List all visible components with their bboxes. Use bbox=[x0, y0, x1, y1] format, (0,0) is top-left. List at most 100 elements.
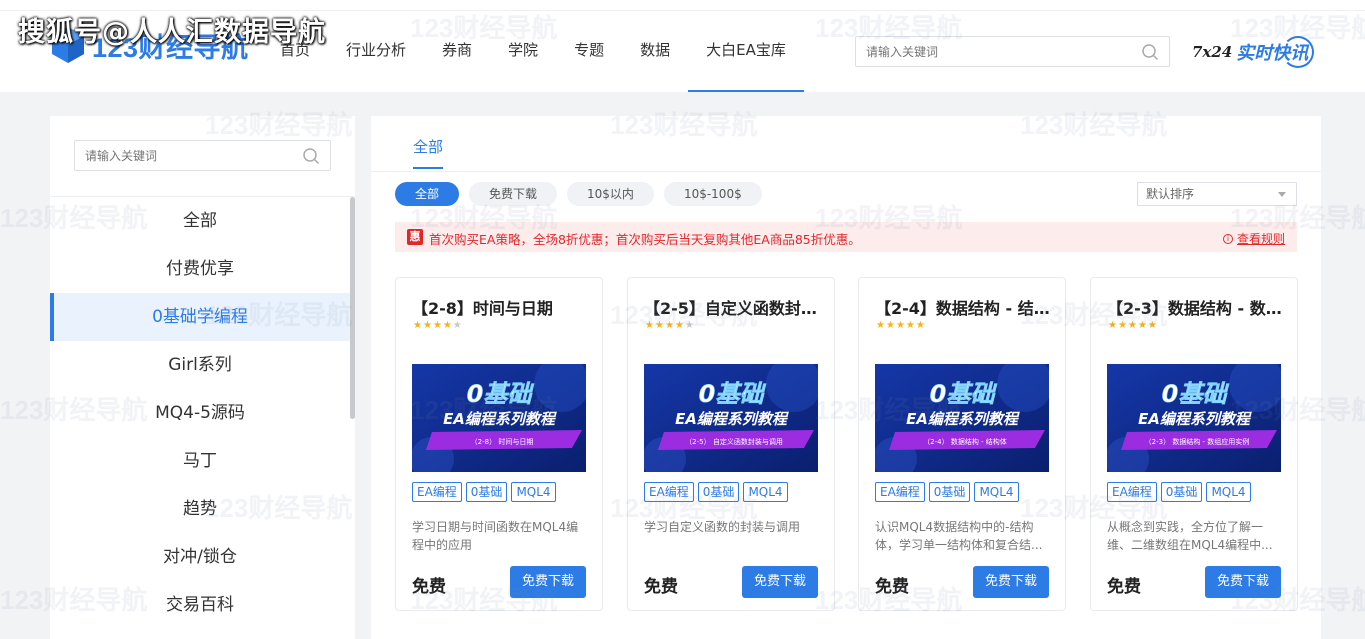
sidebar-category-list: 全部 付费优享 0基础学编程 Girl系列 MQ4-5源码 马丁 趋势 对冲/锁仓 交易百科 bbox=[50, 197, 350, 629]
filter-chip-1[interactable]: 免费下载 bbox=[469, 182, 558, 206]
sidebar-item-8[interactable]: 交易百科 bbox=[50, 581, 350, 629]
header-search-input[interactable] bbox=[856, 37, 1126, 66]
realtime-news-link[interactable]: 7x24 实时快讯 bbox=[1192, 34, 1315, 70]
product-tags: EA编程 0基础 MQL4 bbox=[644, 482, 788, 502]
thumb-big-text: 0基础 bbox=[699, 380, 767, 408]
thumb-series-text: EA编程系列教程 bbox=[1138, 410, 1252, 428]
product-tag[interactable]: 0基础 bbox=[465, 482, 508, 502]
thumb-series-text: EA编程系列教程 bbox=[443, 410, 557, 428]
product-card[interactable]: 【2-5】自定义函数封装与调用★★★★★ 0基础 EA编程系列教程 （2-5） 自定义… bbox=[627, 277, 835, 611]
rating-stars: ★ ★ ★ ★ ★ bbox=[876, 320, 925, 331]
product-tag[interactable]: EA编程 bbox=[644, 482, 694, 502]
promo-banner: 惠 首次购买EA策略，全场8折优惠；首次购买后当天复购其他EA商品85折优惠。 … bbox=[395, 222, 1297, 252]
search-icon[interactable] bbox=[302, 147, 320, 165]
star-icon: ★ bbox=[876, 320, 885, 331]
product-description: 从概念到实践，全方位了解一维、二维数组在MQL4编程中... bbox=[1107, 520, 1273, 552]
product-tag[interactable]: EA编程 bbox=[1107, 482, 1157, 502]
star-icon: ★ bbox=[654, 320, 664, 331]
product-tag[interactable]: MQL4 bbox=[743, 482, 788, 502]
sidebar-item-6[interactable]: 趋势 bbox=[50, 485, 350, 533]
thumb-big-text: 0基础 bbox=[1162, 380, 1230, 408]
nav-item-5[interactable]: 数据 bbox=[622, 0, 688, 92]
sort-dropdown[interactable]: 默认排序 bbox=[1137, 182, 1297, 206]
main-nav: 首页 行业分析 券商 学院 专题 数据 大白EA宝库 bbox=[262, 0, 804, 92]
sidebar-item-1[interactable]: 付费优享 bbox=[50, 245, 350, 293]
thumb-lesson-text: （2-4） 数据结构 - 结构体 bbox=[923, 437, 1007, 446]
product-title[interactable]: 【2-3】数据结构 - 数组应用实例 bbox=[1107, 295, 1287, 319]
caret-down-icon bbox=[1278, 192, 1286, 197]
sidebar-item-3[interactable]: Girl系列 bbox=[50, 341, 350, 389]
product-title[interactable]: 【2-8】时间与日期 bbox=[412, 295, 592, 319]
rating-stars: ★ ★ ★ ★ ★ bbox=[1108, 320, 1157, 331]
sidebar-item-7[interactable]: 对冲/锁仓 bbox=[50, 533, 350, 581]
sidebar-search-input[interactable] bbox=[75, 141, 295, 170]
product-tag[interactable]: MQL4 bbox=[1206, 482, 1251, 502]
promo-text: 首次购买EA策略，全场8折优惠；首次购买后当天复购其他EA商品85折优惠。 bbox=[429, 232, 861, 247]
discount-badge-icon: 惠 bbox=[407, 229, 423, 245]
product-thumbnail[interactable]: 0基础 EA编程系列教程 （2-4） 数据结构 - 结构体 bbox=[875, 364, 1049, 472]
sidebar-item-4[interactable]: MQ4-5源码 bbox=[50, 389, 350, 437]
nav-item-3[interactable]: 学院 bbox=[490, 0, 556, 92]
product-card[interactable]: 【2-8】时间与日期 ★ ★ ★ ★ ★ 0基础 EA编程系列教程 （2-8） 时间与日期 EA编… bbox=[395, 277, 603, 611]
product-price: 免费 bbox=[875, 577, 909, 597]
free-download-button[interactable]: 免费下载 bbox=[973, 566, 1049, 598]
search-icon[interactable] bbox=[1141, 43, 1159, 61]
product-thumbnail[interactable]: 0基础 EA编程系列教程 （2-8） 时间与日期 bbox=[412, 364, 586, 472]
nav-item-4[interactable]: 专题 bbox=[556, 0, 622, 92]
thumb-lesson-text: （2-5） 自定义函数封装与调用 bbox=[685, 437, 783, 446]
sort-label: 默认排序 bbox=[1146, 187, 1195, 201]
product-tags: EA编程 0基础 MQL4 bbox=[875, 482, 1019, 502]
product-tag[interactable]: 0基础 bbox=[928, 482, 971, 502]
product-tag[interactable]: MQL4 bbox=[511, 482, 556, 502]
star-icon: ★ bbox=[1127, 320, 1137, 331]
product-tags: EA编程 0基础 MQL4 bbox=[412, 482, 556, 502]
star-icon: ★ bbox=[895, 320, 905, 331]
product-tag[interactable]: 0基础 bbox=[1160, 482, 1203, 502]
thumb-series-text: EA编程系列教程 bbox=[675, 410, 789, 428]
product-title[interactable]: 【2-4】数据结构 - 结构体 bbox=[875, 295, 1055, 319]
sidebar-item-0[interactable]: 全部 bbox=[50, 197, 350, 245]
star-icon: ★ bbox=[645, 320, 654, 331]
nav-item-6[interactable]: 大白EA宝库 bbox=[688, 0, 804, 92]
star-icon: ★ bbox=[915, 320, 925, 331]
filter-chip-2[interactable]: 10$以内 bbox=[567, 182, 654, 206]
product-title[interactable]: 【2-5】自定义函数封装与调用 bbox=[644, 295, 824, 319]
top-header: 123财经导航 搜狐号@人人汇数据导航 首页 行业分析 券商 学院 专题 数据 大白EA宝库… bbox=[0, 0, 1365, 92]
product-tag[interactable]: MQL4 bbox=[974, 482, 1019, 502]
rating-stars: ★ ★ ★ ★ ★ bbox=[645, 320, 694, 331]
product-card[interactable]: 【2-3】数据结构 - 数组应用实例★★★★★0基础EA编程系列教程（2-3） … bbox=[1090, 277, 1298, 611]
product-tag[interactable]: EA编程 bbox=[875, 482, 925, 502]
filter-chips: 全部 免费下载 10$以内 10$-100$ bbox=[395, 182, 762, 206]
rating-stars: ★ ★ ★ ★ ★ bbox=[413, 320, 462, 331]
sohu-watermark: 搜狐号@人人汇数据导航 bbox=[18, 17, 326, 48]
product-tag[interactable]: 0基础 bbox=[697, 482, 740, 502]
nav-item-1[interactable]: 行业分析 bbox=[328, 0, 424, 92]
star-icon: ★ bbox=[1137, 320, 1147, 331]
filter-chip-0[interactable]: 全部 bbox=[395, 182, 460, 206]
product-thumbnail[interactable]: 0基础 EA编程系列教程 （2-3） 数据结构 - 数组应用实例 bbox=[1107, 364, 1281, 472]
product-thumbnail[interactable]: 0基础 EA编程系列教程 （2-5） 自定义函数封装与调用 bbox=[644, 364, 818, 472]
main-content: 全部 全部 免费下载 10$以内 10$-100$ 默认排序 惠 首次购买EA策略，全… bbox=[371, 116, 1321, 639]
sidebar-scrollbar[interactable] bbox=[350, 197, 355, 419]
product-description: 认识MQL4数据结构中的-结构体，学习单一结构体和复合结... bbox=[875, 520, 1043, 552]
tab-bar: 全部 bbox=[371, 116, 1321, 172]
free-download-button[interactable]: 免费下载 bbox=[1205, 566, 1281, 598]
sidebar-item-5[interactable]: 马丁 bbox=[50, 437, 350, 485]
free-download-button[interactable]: 免费下载 bbox=[742, 566, 818, 598]
star-icon: ★ bbox=[664, 320, 674, 331]
star-icon: ★ bbox=[684, 320, 694, 331]
product-tag[interactable]: EA编程 bbox=[412, 482, 462, 502]
view-rules-link[interactable]: i 查看规则 bbox=[1222, 230, 1285, 247]
sidebar-item-2[interactable]: 0基础学编程 bbox=[50, 293, 350, 341]
filter-chip-3[interactable]: 10$-100$ bbox=[663, 182, 762, 206]
tab-all[interactable]: 全部 bbox=[413, 136, 444, 169]
thumb-lesson-text: （2-8） 时间与日期 bbox=[471, 437, 534, 446]
header-search-box[interactable] bbox=[855, 36, 1170, 67]
nav-item-2[interactable]: 券商 bbox=[424, 0, 490, 92]
star-icon: ★ bbox=[885, 320, 895, 331]
sidebar-search-box[interactable] bbox=[74, 140, 331, 171]
free-download-button[interactable]: 免费下载 bbox=[510, 566, 586, 598]
product-price: 免费 bbox=[644, 577, 678, 597]
star-icon: ★ bbox=[442, 320, 452, 331]
product-card[interactable]: 【2-4】数据结构 - 结构体 ★ ★ ★ ★ ★ 0基础 EA编程系列教程 （2-4） 数据结… bbox=[858, 277, 1066, 611]
